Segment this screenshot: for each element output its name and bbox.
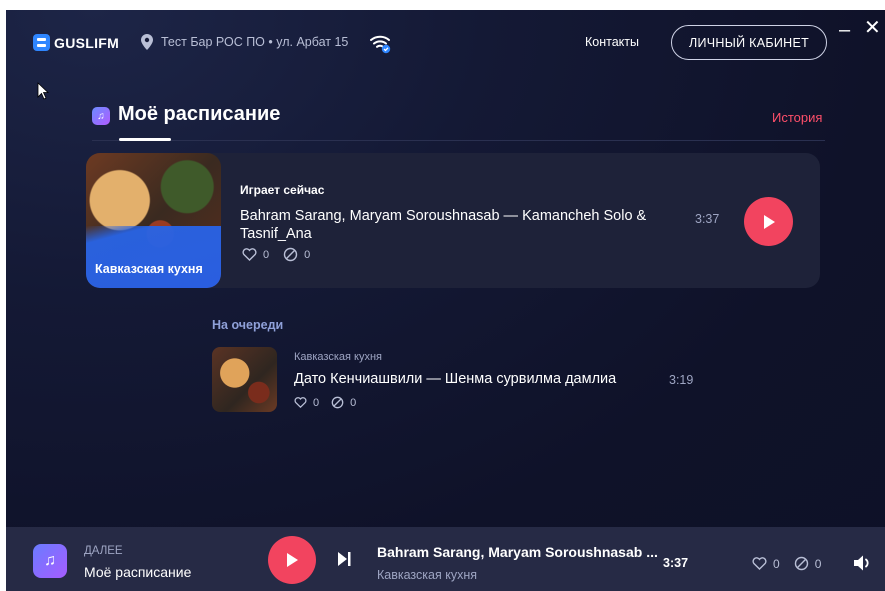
like-count: 0 [263, 248, 270, 261]
block-count: 0 [814, 556, 822, 571]
player-duration: 3:37 [663, 556, 689, 570]
active-tab-indicator [119, 138, 171, 141]
block-count: 0 [304, 248, 311, 261]
player-track-category: Кавказская кухня [377, 568, 477, 582]
personal-cabinet-button[interactable]: ЛИЧНЫЙ КАБИНЕТ [671, 25, 827, 60]
block-icon [283, 247, 298, 262]
now-playing-cover: Кавказская кухня [86, 153, 221, 288]
block-counter[interactable]: 0 [794, 556, 822, 571]
block-counter[interactable]: 0 [331, 396, 356, 409]
like-counter[interactable]: 0 [294, 397, 319, 409]
cover-label: Кавказская кухня [95, 262, 203, 276]
now-playing-card: Кавказская кухня Играет сейчас Bahram Sa… [86, 153, 820, 288]
play-icon [287, 553, 298, 567]
map-pin-icon [141, 34, 153, 50]
close-icon[interactable]: ✕ [864, 18, 881, 38]
queue-item-cover [212, 347, 277, 412]
queue-item-category: Кавказская кухня [294, 351, 382, 363]
queue-item-stats: 0 0 [294, 396, 356, 409]
like-counter[interactable]: 0 [752, 557, 780, 571]
like-counter[interactable]: 0 [242, 248, 269, 261]
queue-heading: На очереди [212, 318, 284, 332]
block-counter[interactable]: 0 [283, 247, 310, 262]
block-icon [331, 396, 344, 409]
music-note-icon: ♫ [33, 544, 67, 578]
player-play-button[interactable] [268, 536, 316, 584]
next-playlist-title[interactable]: Моё расписание [84, 564, 191, 580]
now-playing-stats: 0 0 [242, 247, 310, 262]
block-icon [794, 556, 808, 571]
logo-text: GUSLIFM [54, 34, 120, 51]
next-label: ДАЛЕЕ [84, 545, 123, 557]
wifi-check-icon [370, 35, 391, 54]
app-window: GUSLIFM Тест Бар РОС ПО • ул. Арбат 15 К… [6, 10, 885, 591]
queue-item-title: Дато Кенчиашвили — Шенма сурвилма дамлиа [294, 371, 617, 387]
heart-icon [242, 248, 257, 261]
queue-list-item[interactable]: Кавказская кухня Дато Кенчиашвили — Шенм… [212, 347, 712, 413]
mouse-cursor-icon [37, 82, 49, 100]
section-divider [92, 140, 825, 141]
logo-mark-icon [33, 34, 50, 51]
like-count: 0 [773, 556, 780, 571]
page-title: Моё расписание [118, 103, 281, 125]
history-link[interactable]: История [772, 110, 822, 125]
minimize-icon[interactable]: – [839, 20, 850, 40]
logo[interactable]: GUSLIFM [33, 34, 119, 51]
now-playing-kicker: Играет сейчас [240, 183, 325, 197]
play-icon [763, 214, 775, 229]
play-button[interactable] [744, 197, 793, 246]
venue-location: Тест Бар РОС ПО • ул. Арбат 15 [140, 34, 348, 50]
cover-band [86, 226, 221, 288]
now-playing-title: Bahram Sarang, Maryam Soroushnasab — Kam… [240, 208, 647, 242]
volume-icon[interactable] [853, 554, 873, 572]
player-stats: 0 0 [752, 556, 821, 571]
contacts-link[interactable]: Контакты [585, 35, 639, 49]
queue-item-duration: 3:19 [669, 373, 694, 387]
heart-icon [294, 397, 307, 408]
block-count: 0 [350, 396, 357, 409]
like-count: 0 [313, 396, 320, 409]
skip-next-icon[interactable] [336, 550, 352, 568]
location-text: Тест Бар РОС ПО • ул. Арбат 15 [161, 35, 349, 49]
heart-icon [752, 557, 767, 570]
now-playing-duration: 3:37 [695, 212, 720, 226]
music-note-icon: ♫ [92, 107, 110, 125]
player-bar: ♫ ДАЛЕЕ Моё расписание Bahram Sarang, Ma… [6, 527, 885, 591]
player-track-title: Bahram Sarang, Maryam Soroushnasab ... [377, 544, 658, 560]
